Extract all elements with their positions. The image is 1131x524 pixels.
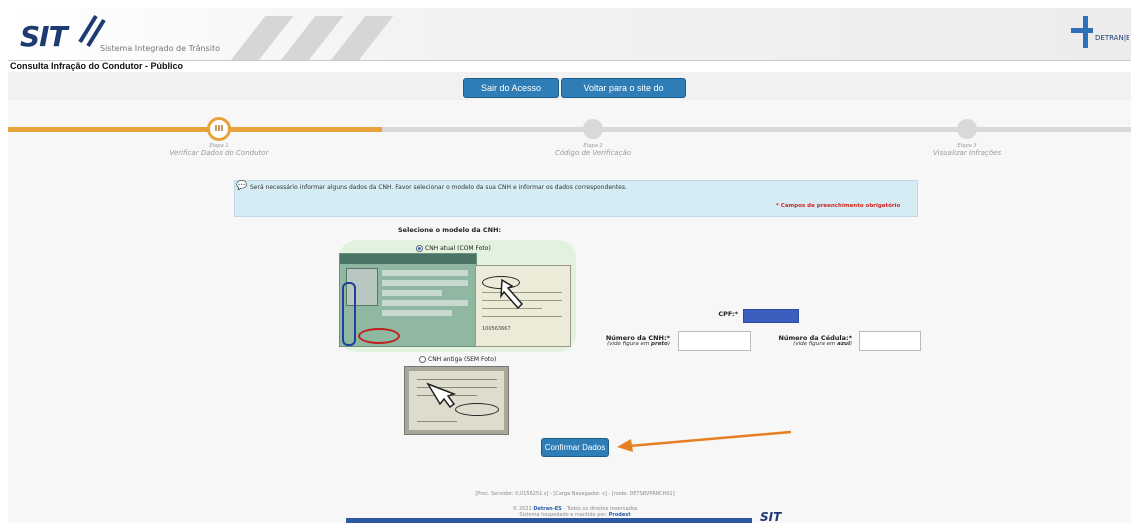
step-1-label: Etapa 1 Verificar Dados do Condutor xyxy=(139,143,299,157)
banner-stripe xyxy=(210,16,294,60)
voltar-site-detran-button[interactable]: Voltar para o site do DETRAN/ES xyxy=(561,78,686,111)
cnh-old-pointer-arrow-icon xyxy=(426,382,457,409)
cnh-number-highlight xyxy=(358,328,400,344)
cnh-new-label[interactable]: CNH atual (COM Foto) xyxy=(425,245,491,252)
info-comment-icon: 💬 xyxy=(236,181,248,191)
step-1-marker: III xyxy=(207,117,231,141)
cnh-pointer-arrow-icon xyxy=(500,278,524,310)
cedula-number-hint: (vide figura em azul) xyxy=(793,341,852,347)
sair-acesso-cidadao-button[interactable]: Sair do Acesso Cidadão xyxy=(463,78,559,111)
copyright: © 2022 Detran-ES - Todos os direitos res… xyxy=(512,506,638,518)
progress-track-complete xyxy=(8,127,382,132)
step-2-marker xyxy=(583,119,603,139)
step-2-label: Etapa 2 Código de Verificação xyxy=(513,143,673,157)
step-3-marker xyxy=(957,119,977,139)
step-3-title: Visualizar Infrações xyxy=(932,149,1002,157)
cnh-new-radio[interactable] xyxy=(416,245,423,252)
cnh-sample-number: 100563667 xyxy=(482,326,511,332)
cpf-label: CPF:* xyxy=(718,310,738,318)
cedula-number-input[interactable] xyxy=(859,331,921,351)
cnh-new-front-image xyxy=(339,253,477,347)
progress-track-pending xyxy=(382,127,1131,132)
cnh-number-hint: (vide figura em preto) xyxy=(607,341,670,347)
logo-subtitle: Sistema Integrado de Trânsito xyxy=(100,44,220,53)
detran-es-logo-icon: DETRAN|ES xyxy=(1071,16,1129,48)
annotation-arrow-icon xyxy=(617,430,792,452)
step-1-title: Verificar Dados do Condutor xyxy=(169,149,269,157)
cnh-model-title: Selecione o modelo da CNH: xyxy=(398,226,502,234)
footer-sit-logo: SIT xyxy=(760,510,782,524)
required-fields-note: * Campos de preenchimento obrigatório xyxy=(776,203,901,209)
step-2-title: Código de Verificação xyxy=(554,149,632,157)
svg-text:DETRAN|ES: DETRAN|ES xyxy=(1095,34,1129,42)
step-3-label: Etapa 3 Visualizar Infrações xyxy=(887,143,1047,157)
cnh-old-label[interactable]: CNH antiga (SEM Foto) xyxy=(428,356,496,363)
header-banner: SIT Sistema Integrado de Trânsito DETRAN… xyxy=(8,8,1131,60)
cnh-cedula-highlight xyxy=(342,282,356,346)
confirmar-dados-button[interactable]: Confirmar Dados xyxy=(541,438,609,457)
footer-bar xyxy=(346,518,752,523)
sit-logo: SIT xyxy=(20,20,68,53)
server-info: [Proc. Servidor: 0,0156251 s] - [Carga N… xyxy=(475,491,675,497)
cnh-number-input[interactable] xyxy=(678,331,751,351)
info-message: Será necessário informar alguns dados da… xyxy=(250,184,627,191)
cnh-old-radio[interactable] xyxy=(419,356,426,363)
cpf-input[interactable] xyxy=(743,309,799,323)
